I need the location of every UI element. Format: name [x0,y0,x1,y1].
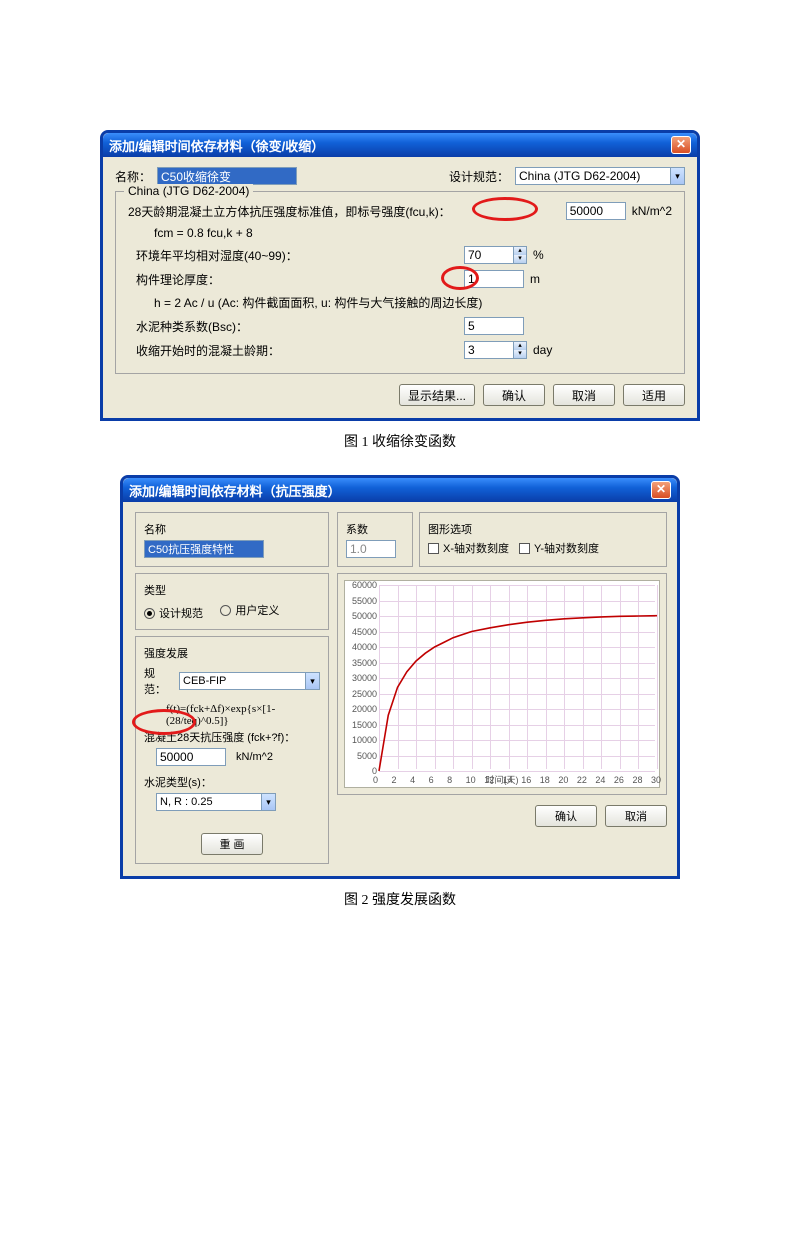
fcu-unit: kN/m^2 [632,204,672,218]
apply-button[interactable]: 适用 [623,384,685,406]
cancel-button[interactable]: 取消 [553,384,615,406]
dialog-title: 添加/编辑时间依存材料（徐变/收缩） [109,136,324,155]
radio-user-defined[interactable]: 用户定义 [220,602,279,618]
spec-label: 设计规范： [449,168,509,185]
coef-input: 1.0 [346,540,396,558]
graph-options-panel: 图形选项 X-轴对数刻度 Y-轴对数刻度 [419,512,667,567]
right-column: 系数 1.0 图形选项 X-轴对数刻度 Y-轴对数刻度 024681012141… [337,512,667,864]
thickness-label: 构件理论厚度： [128,271,458,288]
chart-panel: 0246810121416182022242628300500010000150… [337,573,667,795]
humidity-unit: % [533,248,544,262]
name-label-2: 名称 [144,521,320,537]
fck-input[interactable]: 50000 [156,748,226,766]
humidity-label: 环境年平均相对湿度(40~99)： [128,247,458,264]
cement-dropdown[interactable]: N, R : 0.25 ▾ [156,793,276,811]
dialog-title-2: 添加/编辑时间依存材料（抗压强度） [129,481,341,500]
type-panel: 类型 设计规范 用户定义 [135,573,329,630]
age-input[interactable]: 3 [464,341,514,359]
type-legend: 类型 [144,582,320,598]
fcu-label: 28天龄期混凝土立方体抗压强度标准值，即标号强度(fcu,k)： [128,203,560,220]
humidity-input[interactable]: 70 [464,246,514,264]
chk-ylog-label: Y-轴对数刻度 [534,540,599,556]
spin-down-icon[interactable]: ▾ [514,350,526,358]
strength-chart: 0246810121416182022242628300500010000150… [344,580,660,788]
group-legend: China (JTG D62-2004) [124,184,253,198]
age-unit: day [533,343,552,357]
fcu-input[interactable]: 50000 [566,202,626,220]
bsc-input[interactable]: 5 [464,317,524,335]
chk-xlog[interactable]: X-轴对数刻度 [428,540,509,556]
dialog-body: 名称： C50收缩徐变 设计规范： China (JTG D62-2004) ▾… [103,157,697,418]
graph-legend: 图形选项 [428,521,658,537]
humidity-spinner[interactable]: ▴▾ [513,246,527,264]
name-input[interactable]: C50收缩徐变 [157,167,297,185]
h-formula: h = 2 Ac / u (Ac: 构件截面面积, u: 构件与大气接触的周边长… [154,294,482,311]
spec-group: China (JTG D62-2004) 28天龄期混凝土立方体抗压强度标准值，… [115,191,685,374]
thickness-input[interactable]: 1 [464,270,524,288]
cancel-button-2[interactable]: 取消 [605,805,667,827]
button-bar: 显示结果... 确认 取消 适用 [115,384,685,406]
close-icon[interactable]: ✕ [651,481,671,499]
strength-dev-panel: 强度发展 规范： CEB-FIP ▾ f(t)=(fck+Δf)×exp{s×[… [135,636,329,864]
chk-xlog-label: X-轴对数刻度 [443,540,509,556]
dialog-body-2: 名称 C50抗压强度特性 类型 设计规范 用户定义 强度发展 规范： CEB [123,502,677,876]
bsc-label: 水泥种类系数(Bsc)： [128,318,458,335]
age-spinner[interactable]: ▴▾ [513,341,527,359]
spec-dropdown-2[interactable]: CEB-FIP ▾ [179,672,320,690]
spec-label-2: 规范： [144,665,175,697]
radio-design-spec-label: 设计规范 [159,605,203,621]
age-label: 收缩开始时的混凝土龄期： [128,342,458,359]
cement-label: 水泥类型(s)： [144,774,320,790]
spec-value: China (JTG D62-2004) [516,169,670,183]
titlebar[interactable]: 添加/编辑时间依存材料（徐变/收缩） ✕ [103,133,697,157]
creep-shrinkage-dialog: 添加/编辑时间依存材料（徐变/收缩） ✕ 名称： C50收缩徐变 设计规范： C… [100,130,700,421]
fck-unit: kN/m^2 [236,751,273,763]
strength-dialog: 添加/编辑时间依存材料（抗压强度） ✕ 名称 C50抗压强度特性 类型 设计规范… [120,475,680,879]
coef-panel: 系数 1.0 [337,512,413,567]
chk-ylog[interactable]: Y-轴对数刻度 [519,540,599,556]
redraw-button[interactable]: 重 画 [201,833,263,855]
ok-button[interactable]: 确认 [483,384,545,406]
fck-label: 混凝土28天抗压强度 (fck+?f)： [144,729,320,745]
figure-1-caption: 图 1 收缩徐变函数 [344,431,456,451]
chart-curve [345,581,661,789]
radio-user-defined-label: 用户定义 [235,602,279,618]
spin-up-icon[interactable]: ▴ [514,342,526,350]
figure-2-caption: 图 2 强度发展函数 [344,889,456,909]
fcm-formula: fcm = 0.8 fcu,k + 8 [154,226,253,240]
spec-dropdown[interactable]: China (JTG D62-2004) ▾ [515,167,685,185]
name-label: 名称： [115,168,151,185]
spin-down-icon[interactable]: ▾ [514,255,526,263]
ok-button-2[interactable]: 确认 [535,805,597,827]
thickness-unit: m [530,272,540,286]
spin-up-icon[interactable]: ▴ [514,247,526,255]
cement-value: N, R : 0.25 [157,796,261,808]
left-column: 名称 C50抗压强度特性 类型 设计规范 用户定义 强度发展 规范： CEB [135,512,329,864]
chevron-down-icon[interactable]: ▾ [670,168,684,184]
close-icon[interactable]: ✕ [671,136,691,154]
coef-label: 系数 [346,521,404,537]
dev-legend: 强度发展 [144,645,320,661]
titlebar-2[interactable]: 添加/编辑时间依存材料（抗压强度） ✕ [123,478,677,502]
chevron-down-icon[interactable]: ▾ [261,794,275,810]
radio-design-spec[interactable]: 设计规范 [144,605,203,621]
name-panel: 名称 C50抗压强度特性 [135,512,329,567]
spec-value-2: CEB-FIP [180,675,305,687]
show-results-button[interactable]: 显示结果... [399,384,475,406]
formula-text: f(t)=(fck+Δf)×exp{s×[1-(28/teq)^0.5]} [166,703,320,727]
name-input-2[interactable]: C50抗压强度特性 [144,540,264,558]
chevron-down-icon[interactable]: ▾ [305,673,319,689]
